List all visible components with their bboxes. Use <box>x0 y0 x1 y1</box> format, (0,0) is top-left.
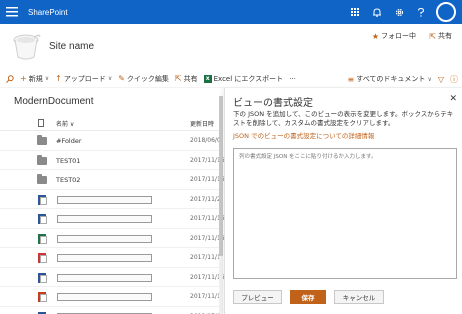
ppt-file-icon <box>38 292 47 302</box>
file-name[interactable]: TEST02 <box>56 176 80 184</box>
new-button[interactable]: + 新規 ∨ <box>20 74 49 84</box>
table-row[interactable]: 2017/11/1 <box>0 248 222 268</box>
share-label: 共有 <box>438 32 452 40</box>
app-launcher-icon[interactable] <box>0 0 24 24</box>
more-label: ··· <box>289 74 296 83</box>
file-type-icon[interactable] <box>38 119 44 127</box>
share-icon: ⇱ <box>174 74 182 83</box>
folder-icon <box>37 135 47 145</box>
redacted-file-name[interactable] <box>57 293 152 301</box>
follow-label: フォロー中 <box>381 32 416 40</box>
word-file-icon <box>38 194 47 205</box>
table-row[interactable]: 2017/11/16 <box>0 229 225 248</box>
file-list: #Folder 2018/06/0 TEST01 2017/11/16 TEST02 20… <box>0 131 225 314</box>
view-list-icon: ≡ <box>347 74 355 84</box>
redacted-file-name[interactable] <box>57 195 152 204</box>
file-name[interactable]: TEST01 <box>56 157 80 165</box>
modified-date: 2018/06/0 <box>190 137 221 144</box>
search-icon <box>6 74 14 83</box>
scrollbar[interactable] <box>219 96 223 314</box>
view-label: すべてのドキュメント <box>356 75 426 83</box>
plus-icon: + <box>20 74 27 83</box>
format-view-panel: ビューの書式設定 ✕ 下の JSON を追加して、このビューの表示を変更します。… <box>224 88 462 314</box>
view-selector[interactable]: ≡ すべてのドキュメント ∨ <box>348 74 432 84</box>
follow-button[interactable]: ★ フォロー中 <box>372 31 416 41</box>
close-icon[interactable]: ✕ <box>449 94 457 104</box>
word-file-icon <box>38 214 47 224</box>
filter-button[interactable]: ▽ <box>438 75 444 84</box>
save-button[interactable]: 保存 <box>290 290 326 304</box>
info-icon: ⓘ <box>450 74 458 84</box>
word-file-icon <box>38 272 47 283</box>
share-command-label: 共有 <box>183 74 198 83</box>
quick-edit-label: クイック編集 <box>126 74 169 83</box>
panel-description: 下の JSON を追加して、このビューの表示を変更します。ボックスからテキストを… <box>233 110 454 127</box>
table-row[interactable]: #Folder 2018/06/0 <box>0 131 222 151</box>
table-row[interactable]: 2017/11/16 <box>0 268 225 287</box>
folder-icon <box>37 154 47 165</box>
site-share-button[interactable]: ⇱ 共有 <box>429 31 452 41</box>
table-row[interactable]: 2017/11/16 <box>0 209 225 229</box>
panel-title: ビューの書式設定 <box>233 98 313 109</box>
library-title: ModernDocument <box>14 96 94 107</box>
quick-edit-button[interactable]: ✎ クイック編集 <box>118 74 169 84</box>
share-button[interactable]: ⇱ 共有 <box>175 74 198 84</box>
learn-more-link[interactable]: JSON でのビューの書式設定についての詳細情報 <box>233 130 374 140</box>
upload-icon: ↑ <box>55 74 62 83</box>
export-excel-label: Excel にエクスポート <box>213 74 284 83</box>
more-button[interactable]: ··· <box>289 75 296 83</box>
star-icon: ★ <box>371 31 379 41</box>
table-row[interactable]: 2017/11/2 <box>0 190 222 209</box>
export-excel-button[interactable]: x Excel にエクスポート <box>203 74 284 84</box>
excel-file-icon <box>38 233 47 244</box>
help-icon[interactable] <box>410 0 432 24</box>
site-logo-icon[interactable] <box>10 31 42 61</box>
excel-icon: x <box>203 74 212 83</box>
redacted-file-name[interactable] <box>57 215 152 223</box>
upload-label: アップロード <box>63 74 106 83</box>
command-bar: + 新規 ∨ ↑ アップロード ∨ ✎ クイック編集 ⇱ 共有 x Excel … <box>0 70 462 88</box>
redacted-file-name[interactable] <box>57 254 152 262</box>
table-row[interactable]: TEST02 2017/11/16 <box>0 170 225 190</box>
avatar[interactable] <box>436 2 456 22</box>
modified-date: 2017/11/1 <box>190 254 221 261</box>
new-label: 新規 <box>28 74 43 83</box>
redacted-file-name[interactable] <box>57 234 152 243</box>
chevron-down-icon: ∨ <box>427 75 432 83</box>
search-button[interactable] <box>6 74 14 83</box>
folder-icon <box>37 174 47 184</box>
site-title[interactable]: Site name <box>49 41 94 52</box>
table-row[interactable]: 2018/07/0 <box>0 307 222 314</box>
brand-name[interactable]: SharePoint <box>28 8 68 17</box>
modified-date: 2017/11/1 <box>190 293 221 300</box>
table-row[interactable]: TEST01 2017/11/16 <box>0 151 225 170</box>
table-row[interactable]: 2017/11/1 <box>0 287 222 307</box>
modified-date: 2017/11/2 <box>190 195 221 203</box>
modified-column-header[interactable]: 更新日時 <box>190 119 214 128</box>
chevron-down-icon: ∨ <box>44 75 50 82</box>
file-name[interactable]: #Folder <box>56 137 82 145</box>
column-header-row: 名前 ∨ 更新日時 <box>0 115 222 131</box>
scrollbar-thumb[interactable] <box>219 96 223 256</box>
pdf-file-icon <box>38 253 47 263</box>
redacted-file-name[interactable] <box>57 273 152 282</box>
chevron-down-icon: ∨ <box>107 75 113 82</box>
preview-button[interactable]: プレビュー <box>233 290 282 304</box>
gear-icon[interactable] <box>388 0 410 24</box>
filter-icon: ▽ <box>437 74 444 84</box>
waffle-grid-icon[interactable] <box>344 0 366 24</box>
suite-bar: SharePoint <box>0 0 462 24</box>
share-icon: ⇱ <box>429 31 436 41</box>
name-column-header[interactable]: 名前 ∨ <box>56 119 74 128</box>
cancel-button[interactable]: キャンセル <box>334 290 384 304</box>
json-input[interactable] <box>233 148 457 279</box>
pencil-icon: ✎ <box>118 74 125 83</box>
info-button[interactable]: ⓘ <box>450 74 458 85</box>
upload-button[interactable]: ↑ アップロード ∨ <box>55 74 112 84</box>
bell-icon[interactable] <box>366 0 388 24</box>
site-header: Site name ★ フォロー中 ⇱ 共有 <box>0 24 462 70</box>
